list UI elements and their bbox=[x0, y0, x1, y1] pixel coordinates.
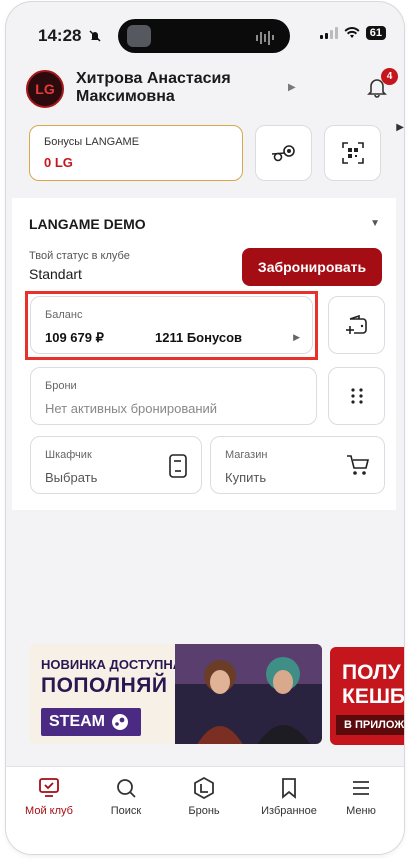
status-label: Твой статус в клубе bbox=[29, 250, 130, 262]
user-name-line2: Максимовна bbox=[76, 88, 175, 105]
shop-label: Магазин bbox=[225, 449, 268, 461]
now-playing-thumbnail bbox=[127, 25, 151, 47]
monitor-icon bbox=[39, 778, 59, 797]
audio-wave-icon bbox=[256, 29, 276, 45]
banner-characters-illustration bbox=[175, 644, 322, 744]
wallet-topup-button[interactable] bbox=[328, 296, 385, 354]
chevron-right-icon: ▶ bbox=[288, 82, 296, 93]
dots-grid-icon bbox=[350, 388, 363, 404]
locker-icon bbox=[169, 454, 187, 478]
nav-favorites[interactable]: Избранное bbox=[254, 777, 324, 817]
profile-header[interactable]: LG Хитрова Анастасия Максимовна ▶ 4 bbox=[26, 68, 398, 110]
bonus-card[interactable]: Бонусы LANGAME 0 LG bbox=[29, 125, 243, 181]
bonus-title: Бонусы LANGAME bbox=[44, 136, 140, 148]
steam-logo-icon bbox=[112, 714, 128, 730]
wallet-add-icon bbox=[345, 314, 367, 334]
nav-booking[interactable]: Бронь bbox=[169, 777, 239, 817]
user-name[interactable]: Хитрова Анастасия Максимовна bbox=[76, 70, 231, 106]
banner2-line1: ПОЛУ bbox=[342, 661, 401, 684]
shop-card[interactable]: Магазин Купить bbox=[210, 436, 385, 494]
hamburger-menu-icon bbox=[353, 781, 369, 795]
nav-my-club[interactable]: Мой клуб bbox=[14, 777, 84, 817]
nav-label: Избранное bbox=[261, 805, 317, 817]
qr-scan-icon bbox=[341, 142, 364, 164]
banner-headline: НОВИНКА ДОСТУПНА! bbox=[41, 657, 187, 672]
banner-steam-label: STEAM bbox=[41, 708, 141, 736]
club-name[interactable]: LANGAME DEMO bbox=[29, 216, 146, 232]
avatar[interactable]: LG bbox=[26, 70, 64, 108]
shop-value: Купить bbox=[225, 470, 267, 485]
cellular-signal-icon bbox=[319, 27, 338, 39]
wifi-icon bbox=[344, 27, 360, 38]
bookings-value: Нет активных бронирований bbox=[45, 401, 218, 416]
steam-icon bbox=[271, 145, 295, 162]
bottom-nav: Мой клуб Поиск Бронь Избранное Меню bbox=[6, 766, 404, 854]
nav-menu[interactable]: Меню bbox=[326, 777, 396, 817]
banner2-line3: В ПРИЛОЖ bbox=[336, 715, 404, 735]
promo-banner-cashback[interactable]: ПОЛУ КЕШБ В ПРИЛОЖ bbox=[330, 647, 404, 745]
app-screen: 14:28 61 LG Хитрова Анастасия Максимовна… bbox=[6, 2, 404, 854]
avatar-logo-text: LG bbox=[35, 81, 55, 97]
notifications-button[interactable]: 4 bbox=[366, 68, 398, 100]
nav-label: Мой клуб bbox=[25, 805, 73, 817]
status-bar: 14:28 61 bbox=[6, 2, 404, 54]
book-button[interactable]: Забронировать bbox=[242, 248, 382, 286]
nav-label: Бронь bbox=[188, 805, 220, 817]
user-name-line1: Хитрова Анастасия bbox=[76, 70, 231, 87]
locker-card[interactable]: Шкафчик Выбрать bbox=[30, 436, 202, 494]
qr-scan-button[interactable] bbox=[324, 125, 381, 181]
club-section: LANGAME DEMO ▼ Твой статус в клубе Stand… bbox=[12, 198, 396, 510]
bookmark-icon bbox=[282, 778, 296, 799]
status-value: Standart bbox=[29, 266, 82, 282]
edge-arrow-icon: ▶ bbox=[396, 122, 404, 133]
system-indicators: 61 bbox=[319, 26, 386, 40]
bookings-card[interactable]: Брони Нет активных бронирований bbox=[30, 367, 317, 425]
search-icon bbox=[117, 779, 136, 798]
notification-badge: 4 bbox=[381, 68, 398, 85]
banner-title: ПОПОЛНЯЙ bbox=[41, 674, 168, 697]
steam-button[interactable] bbox=[255, 125, 312, 181]
locker-label: Шкафчик bbox=[45, 449, 92, 461]
cart-icon bbox=[347, 455, 370, 475]
bookings-label: Брони bbox=[45, 380, 77, 392]
bonus-value: 0 LG bbox=[44, 155, 73, 170]
langame-logo-icon bbox=[194, 777, 214, 799]
battery-indicator: 61 bbox=[365, 26, 386, 40]
nav-label: Поиск bbox=[110, 805, 142, 817]
balance-highlight bbox=[25, 291, 318, 360]
silent-mode-icon bbox=[88, 29, 102, 46]
locker-value: Выбрать bbox=[45, 470, 98, 485]
chevron-down-icon[interactable]: ▼ bbox=[370, 218, 380, 229]
promo-banner-steam[interactable]: НОВИНКА ДОСТУПНА! ПОПОЛНЯЙ STEAM bbox=[29, 644, 322, 744]
dynamic-island bbox=[118, 19, 290, 53]
booking-grid-button[interactable] bbox=[328, 367, 385, 425]
status-time: 14:28 bbox=[38, 26, 82, 45]
nav-label: Меню bbox=[346, 805, 376, 817]
banner2-line2: КЕШБ bbox=[342, 685, 404, 708]
nav-search[interactable]: Поиск bbox=[91, 777, 161, 817]
